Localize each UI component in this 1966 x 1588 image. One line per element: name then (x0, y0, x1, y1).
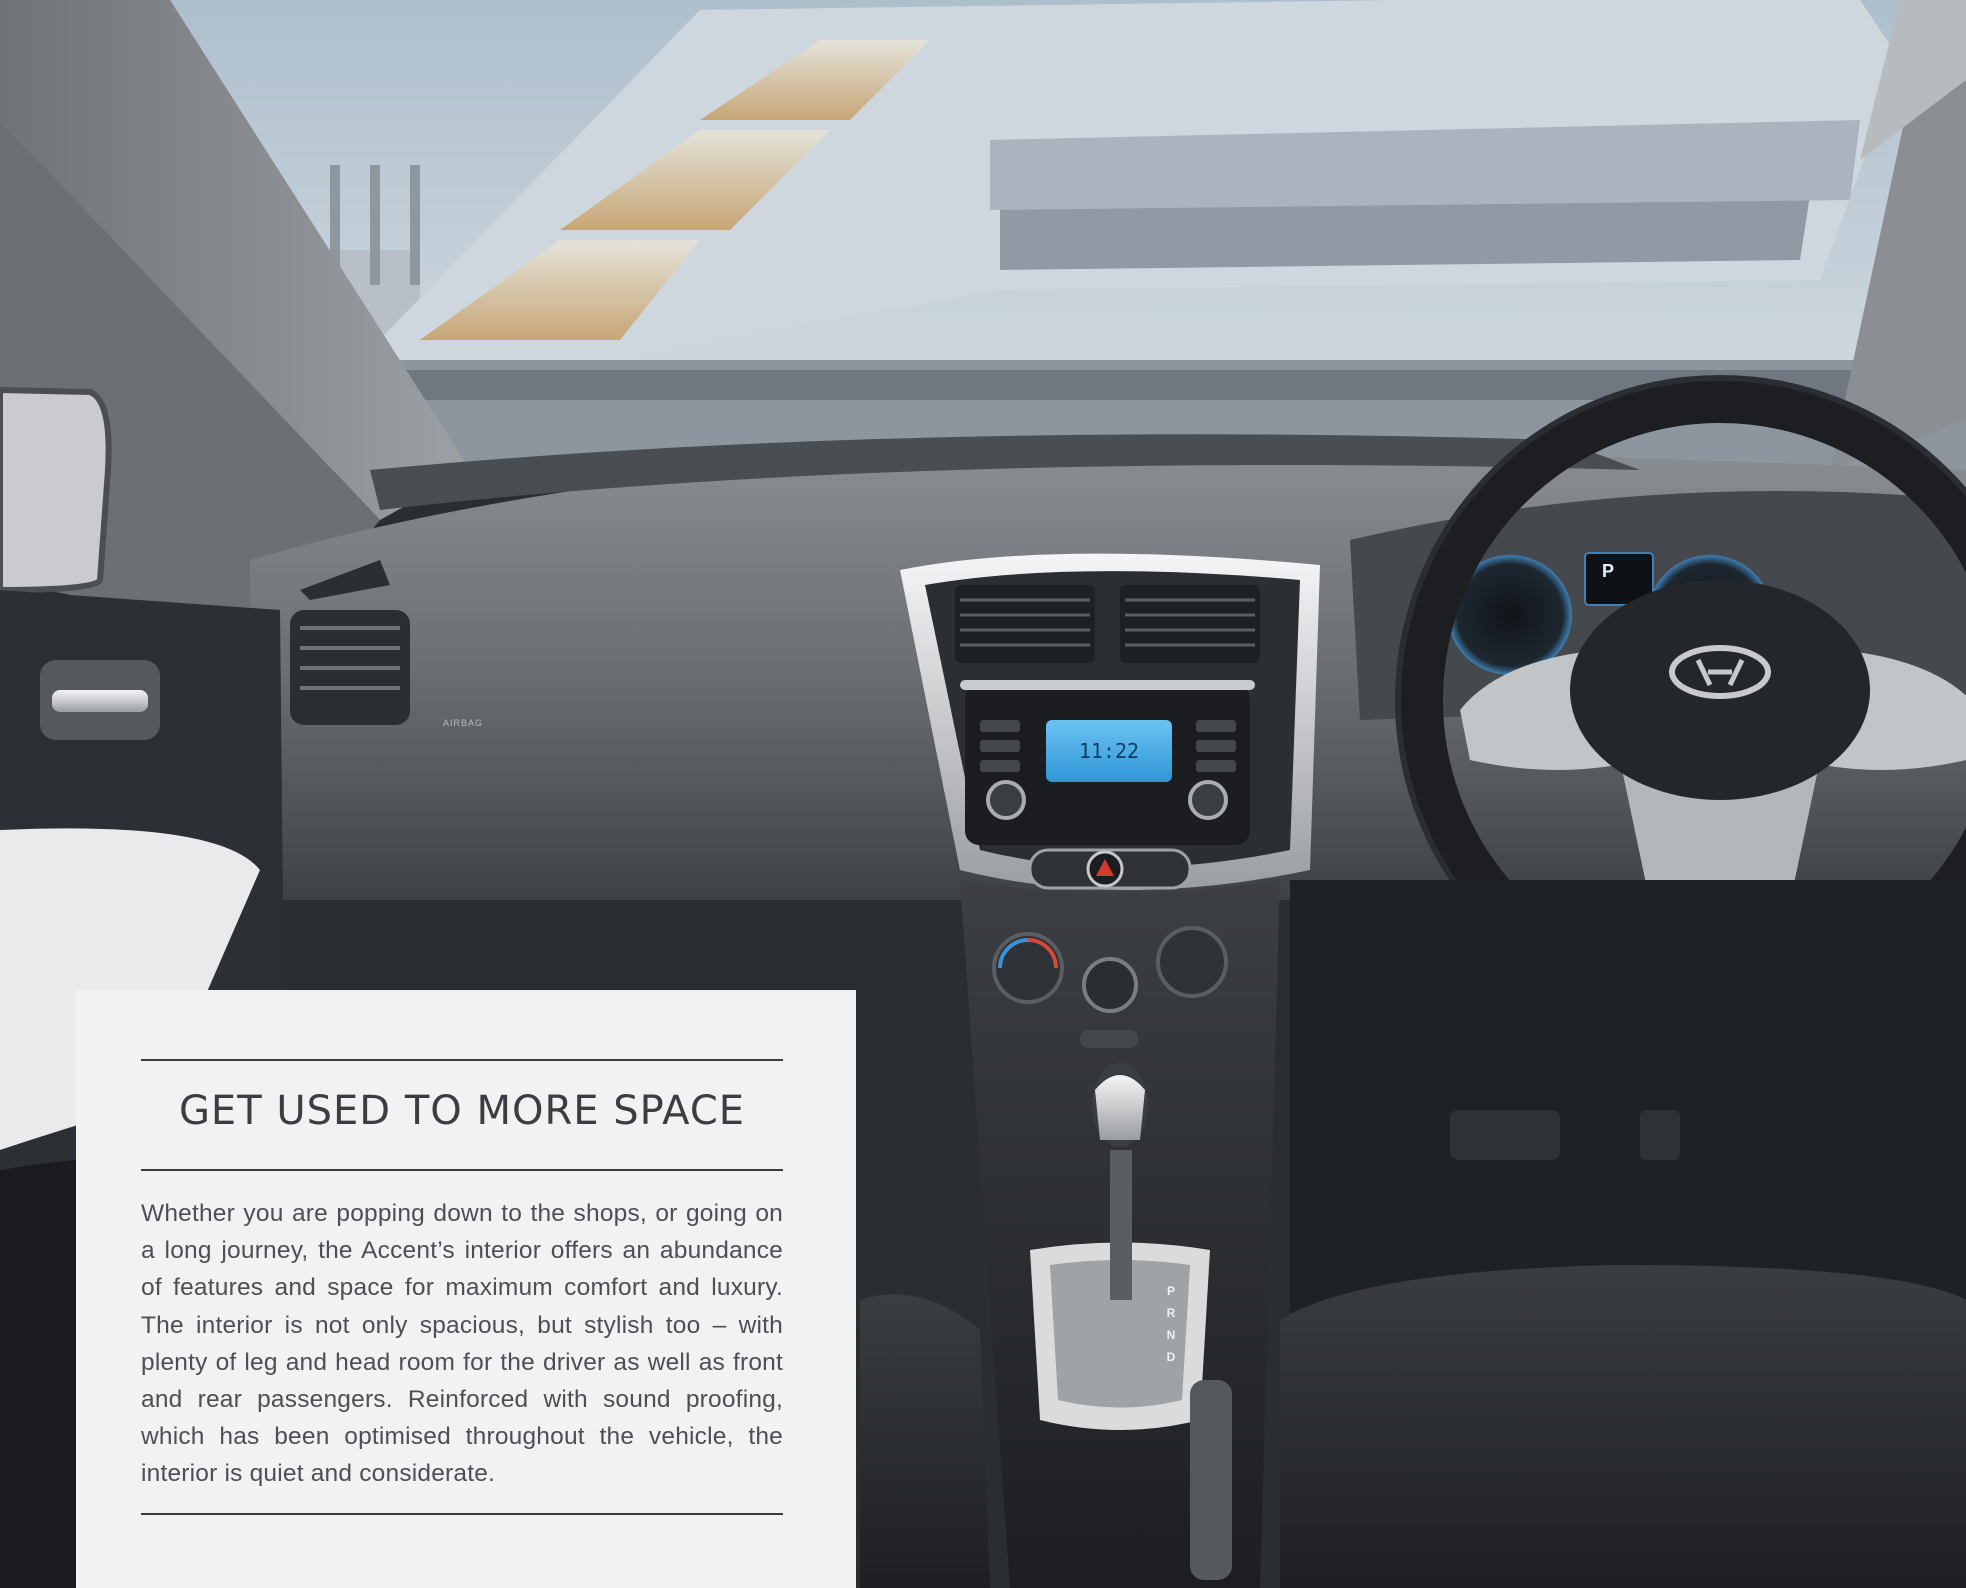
top-divider (141, 1059, 783, 1061)
gear-label-p: P (1166, 1284, 1175, 1298)
airbag-label: AIRBAG (443, 718, 484, 728)
cluster-gear-indicator: P (1601, 561, 1614, 581)
description-panel: GET USED TO MORE SPACE Whether you are p… (76, 990, 856, 1588)
gear-label-n: N (1166, 1328, 1176, 1342)
panel-heading: GET USED TO MORE SPACE (178, 1088, 746, 1134)
gear-label-r: R (1166, 1306, 1176, 1320)
gear-label-d: D (1166, 1350, 1176, 1364)
photo-stage: AIRBAG 11:22 P P R N D GET USED TO MORE … (0, 0, 1966, 1588)
radio-clock-display: 11:22 (1078, 739, 1140, 763)
heading-divider (141, 1169, 783, 1171)
bottom-divider (141, 1513, 783, 1515)
gear-position-labels: P R N D (1162, 1280, 1180, 1368)
panel-body-text: Whether you are popping down to the shop… (141, 1200, 783, 1488)
